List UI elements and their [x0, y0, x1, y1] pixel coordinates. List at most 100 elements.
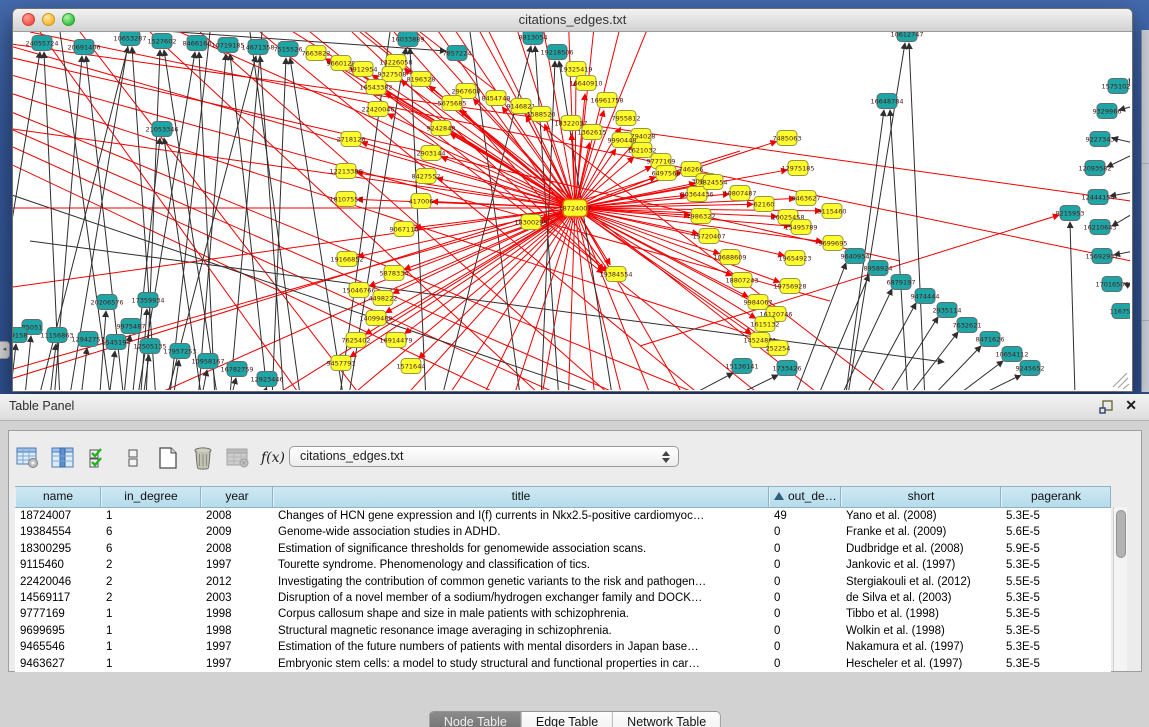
graph-node[interactable]: 24055724: [25, 36, 58, 51]
graph-node[interactable]: 9474444: [911, 289, 940, 304]
column-header-out-de-[interactable]: out_de…: [769, 487, 841, 507]
graph-node[interactable]: 9699695: [819, 236, 848, 251]
graph-node[interactable]: 10654112: [995, 347, 1028, 362]
network-canvas[interactable]: 2405572420691406106532871527602846616010…: [13, 32, 1130, 390]
graph-node[interactable]: 12093582: [1078, 161, 1111, 176]
graph-node[interactable]: 6879197: [887, 275, 916, 290]
table-settings-icon[interactable]: [15, 445, 41, 471]
delete-column-icon[interactable]: [190, 445, 216, 471]
graph-node[interactable]: 39158: [13, 328, 27, 343]
graph-node[interactable]: 1527602: [148, 34, 177, 49]
graph-node[interactable]: 9975487: [117, 319, 146, 334]
table-row[interactable]: 946554611997Estimation of the future num…: [15, 639, 1111, 655]
graph-node[interactable]: 7857224: [443, 46, 472, 61]
graph-node[interactable]: 7485063: [773, 131, 802, 146]
graph-node[interactable]: 17016504: [1095, 277, 1128, 292]
select-all-rows-icon[interactable]: [85, 445, 111, 471]
table-row[interactable]: 1830029562008Estimation of significance …: [15, 541, 1111, 557]
table-row[interactable]: 969969511998Structural magnetic resonanc…: [15, 623, 1111, 639]
column-header-pagerank[interactable]: pagerank: [1001, 487, 1111, 507]
graph-node[interactable]: 7663822: [302, 46, 331, 61]
graph-node[interactable]: 12975185: [781, 161, 814, 176]
graph-node[interactable]: 12923446: [250, 372, 283, 387]
function-builder-icon[interactable]: f(x): [260, 445, 286, 471]
graph-node[interactable]: 8471626: [976, 332, 1005, 347]
graph-node[interactable]: 252254: [766, 341, 791, 356]
graph-node[interactable]: 1545194: [102, 335, 131, 350]
graph-node[interactable]: 19218506: [540, 45, 573, 60]
graph-node[interactable]: 9242848: [427, 121, 456, 136]
graph-node[interactable]: 1571644: [397, 359, 426, 374]
graph-node[interactable]: 19654923: [778, 251, 811, 266]
graph-node[interactable]: 116753: [1110, 304, 1130, 319]
table-row[interactable]: 1456911722003Disruption of a novel membe…: [15, 590, 1111, 606]
graph-node[interactable]: 10719185: [211, 38, 244, 53]
scrollbar-thumb[interactable]: [1116, 510, 1126, 558]
graph-node[interactable]: 9640954: [841, 249, 870, 264]
graph-node[interactable]: 8215953: [1056, 206, 1085, 221]
graph-node[interactable]: 8196328: [407, 72, 436, 87]
table-row[interactable]: 2242004622012Investigating the contribut…: [15, 574, 1111, 590]
window-titlebar[interactable]: citations_edges.txt: [13, 9, 1132, 32]
close-panel-icon[interactable]: ✕: [1125, 397, 1137, 414]
graph-node[interactable]: 9329966: [1093, 104, 1122, 119]
graph-node[interactable]: 17957253: [163, 344, 196, 359]
graph-node[interactable]: 1362615: [578, 125, 607, 140]
graph-node[interactable]: 8427552: [412, 169, 441, 184]
graph-node[interactable]: 11156863: [40, 328, 73, 343]
graph-node[interactable]: 6497568: [652, 166, 681, 181]
graph-node[interactable]: 8958924: [864, 261, 893, 276]
table-selector-dropdown[interactable]: citations_edges.txt: [289, 446, 679, 467]
graph-node[interactable]: 62160: [754, 197, 775, 212]
column-header-name[interactable]: name: [15, 487, 101, 507]
graph-node[interactable]: 15692931: [1085, 249, 1118, 264]
graph-node[interactable]: 9227343: [1086, 132, 1115, 147]
graph-node[interactable]: 19166852: [330, 252, 363, 267]
graph-node[interactable]: 9115460: [818, 204, 847, 219]
graph-node[interactable]: 17359934: [131, 293, 164, 308]
column-header-short[interactable]: short: [841, 487, 1001, 507]
graph-node[interactable]: 15751024: [1101, 79, 1130, 94]
graph-node[interactable]: 14671358: [241, 40, 274, 55]
graph-node[interactable]: 5878334: [380, 266, 409, 281]
graph-node[interactable]: 20206576: [90, 295, 123, 310]
column-header-year[interactable]: year: [201, 487, 273, 507]
graph-node[interactable]: 7515526: [274, 42, 303, 57]
create-new-column-icon[interactable]: [155, 445, 181, 471]
graph-node[interactable]: 19325419: [559, 62, 592, 77]
table-row[interactable]: 977716911998Corpus callosum shape and si…: [15, 606, 1111, 622]
graph-node[interactable]: 16648784: [870, 94, 903, 109]
graph-node[interactable]: 7955812: [612, 111, 641, 126]
graph-node[interactable]: 9245652: [1016, 361, 1045, 376]
collapsed-side-panel[interactable]: [1141, 30, 1149, 392]
graph-node[interactable]: 2718126: [337, 132, 366, 147]
panel-collapse-handle[interactable]: ◂: [0, 341, 10, 359]
graph-node[interactable]: 1615132: [751, 317, 780, 332]
graph-hub-node[interactable]: 18724007: [558, 200, 591, 217]
column-header-in-degree[interactable]: in_degree: [101, 487, 201, 507]
network-window[interactable]: citations_edges.txt 24055724206914061065…: [12, 8, 1133, 392]
tab-node-table[interactable]: Node Table: [430, 712, 521, 727]
graph-node[interactable]: 9457791: [327, 356, 356, 371]
table-panel-titlebar[interactable]: Table Panel ✕: [0, 394, 1149, 421]
column-header-title[interactable]: title: [273, 487, 769, 507]
graph-node[interactable]: 22420046: [361, 102, 394, 117]
graph-node[interactable]: 4498222: [369, 291, 398, 306]
graph-node[interactable]: 12444154: [1081, 190, 1114, 205]
clear-selection-icon[interactable]: [120, 445, 146, 471]
graph-node[interactable]: 16640910: [569, 76, 602, 91]
graph-node[interactable]: 2935114: [933, 303, 962, 318]
graph-node[interactable]: 1588520: [527, 107, 556, 122]
graph-node[interactable]: 3824554: [699, 175, 728, 190]
graph-node[interactable]: 12213386: [329, 164, 362, 179]
table-row[interactable]: 1872400712008Changes of HCN gene express…: [15, 508, 1111, 524]
graph-node[interactable]: 9067110: [390, 222, 419, 237]
graph-node[interactable]: 5675685: [438, 96, 467, 111]
graph-node[interactable]: 16210643: [1083, 220, 1116, 235]
table-row[interactable]: 946362711997Embryonic stem cells: a mode…: [15, 656, 1111, 672]
graph-node[interactable]: 8466160: [183, 36, 212, 51]
select-columns-icon[interactable]: [50, 445, 76, 471]
graph-node[interactable]: 1733426: [773, 361, 802, 376]
graph-node[interactable]: 7625402: [342, 333, 371, 348]
graph-node[interactable]: 2903144: [417, 146, 446, 161]
